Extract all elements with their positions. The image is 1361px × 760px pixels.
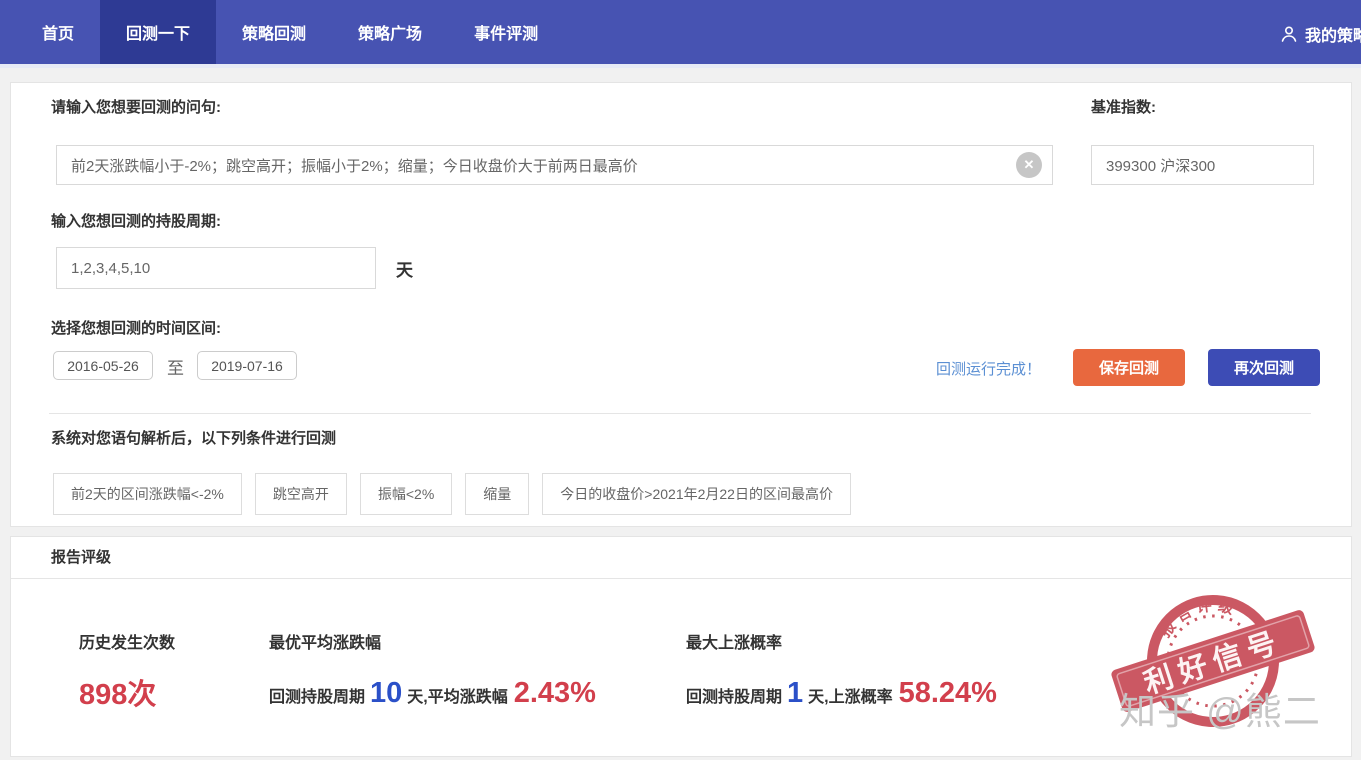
best-change-value: 2.43% (514, 677, 596, 710)
nav-item-strategy-square[interactable]: 策略广场 (332, 0, 448, 64)
question-input-wrap: ✕ (56, 145, 1053, 185)
nav-item-strategy-backtest[interactable]: 策略回测 (216, 0, 332, 64)
best-change-days: 10 (370, 677, 402, 710)
nav-item-backtest[interactable]: 回测一下 (100, 0, 216, 64)
rerun-backtest-button[interactable]: 再次回测 (1208, 349, 1320, 386)
best-change-middle: 天,平均涨跌幅 (407, 683, 507, 707)
question-label: 请输入您想要回测的问句: (51, 96, 221, 117)
max-prob-prefix: 回测持股周期 (686, 683, 782, 707)
condition-chip[interactable]: 振幅<2% (360, 473, 452, 515)
occurrences-value: 898次 (79, 671, 156, 713)
top-navbar: 首页 回测一下 策略回测 策略广场 事件评测 我的策略 (0, 0, 1361, 68)
best-change-prefix: 回测持股周期 (269, 683, 365, 707)
condition-chip-row: 前2天的区间涨跌幅<-2% 跳空高开 振幅<2% 缩量 今日的收盘价>2021年… (53, 473, 851, 515)
save-backtest-button[interactable]: 保存回测 (1073, 349, 1185, 386)
question-input[interactable] (56, 145, 1053, 185)
occurrences-label: 历史发生次数 (79, 629, 175, 653)
condition-chip[interactable]: 跳空高开 (255, 473, 347, 515)
clear-question-icon[interactable]: ✕ (1016, 152, 1042, 178)
max-prob-value: 58.24% (899, 677, 997, 710)
period-input[interactable] (56, 247, 376, 289)
period-label: 输入您想回测的持股周期: (51, 210, 221, 231)
nav-item-home[interactable]: 首页 (16, 0, 100, 64)
max-prob-days: 1 (787, 677, 803, 710)
backtest-form-panel: 请输入您想要回测的问句: ✕ 基准指数: 输入您想回测的持股周期: 天 选择您想… (10, 82, 1352, 527)
date-start-input[interactable] (53, 351, 153, 380)
best-change-row: 回测持股周期 10 天,平均涨跌幅 2.43% (269, 677, 596, 710)
max-prob-row: 回测持股周期 1 天,上涨概率 58.24% (686, 677, 997, 710)
user-menu-label: 我的策略 (1305, 22, 1361, 46)
condition-chip[interactable]: 缩量 (465, 473, 529, 515)
date-range-label: 选择您想回测的时间区间: (51, 317, 221, 338)
period-unit: 天 (396, 256, 413, 281)
max-prob-middle: 天,上涨概率 (808, 683, 892, 707)
parse-result-label: 系统对您语句解析后，以下列条件进行回测 (51, 427, 336, 448)
user-icon (1280, 25, 1298, 43)
backtest-status: 回测运行完成！ (936, 358, 1041, 379)
benchmark-input[interactable] (1091, 145, 1314, 185)
max-prob-label: 最大上涨概率 (686, 629, 782, 653)
best-change-label: 最优平均涨跌幅 (269, 629, 381, 653)
report-panel: 报告评级 历史发生次数 898次 最优平均涨跌幅 回测持股周期 10 天,平均涨… (10, 536, 1352, 757)
date-separator: 至 (167, 354, 184, 379)
benchmark-label: 基准指数: (1091, 96, 1156, 117)
watermark: 知乎 @熊二 (1119, 681, 1321, 735)
my-strategy-menu[interactable]: 我的策略 (1280, 0, 1361, 68)
condition-chip[interactable]: 今日的收盘价>2021年2月22日的区间最高价 (542, 473, 851, 515)
form-divider (49, 413, 1311, 414)
date-end-input[interactable] (197, 351, 297, 380)
condition-chip[interactable]: 前2天的区间涨跌幅<-2% (53, 473, 242, 515)
nav-item-event-eval[interactable]: 事件评测 (448, 0, 564, 64)
